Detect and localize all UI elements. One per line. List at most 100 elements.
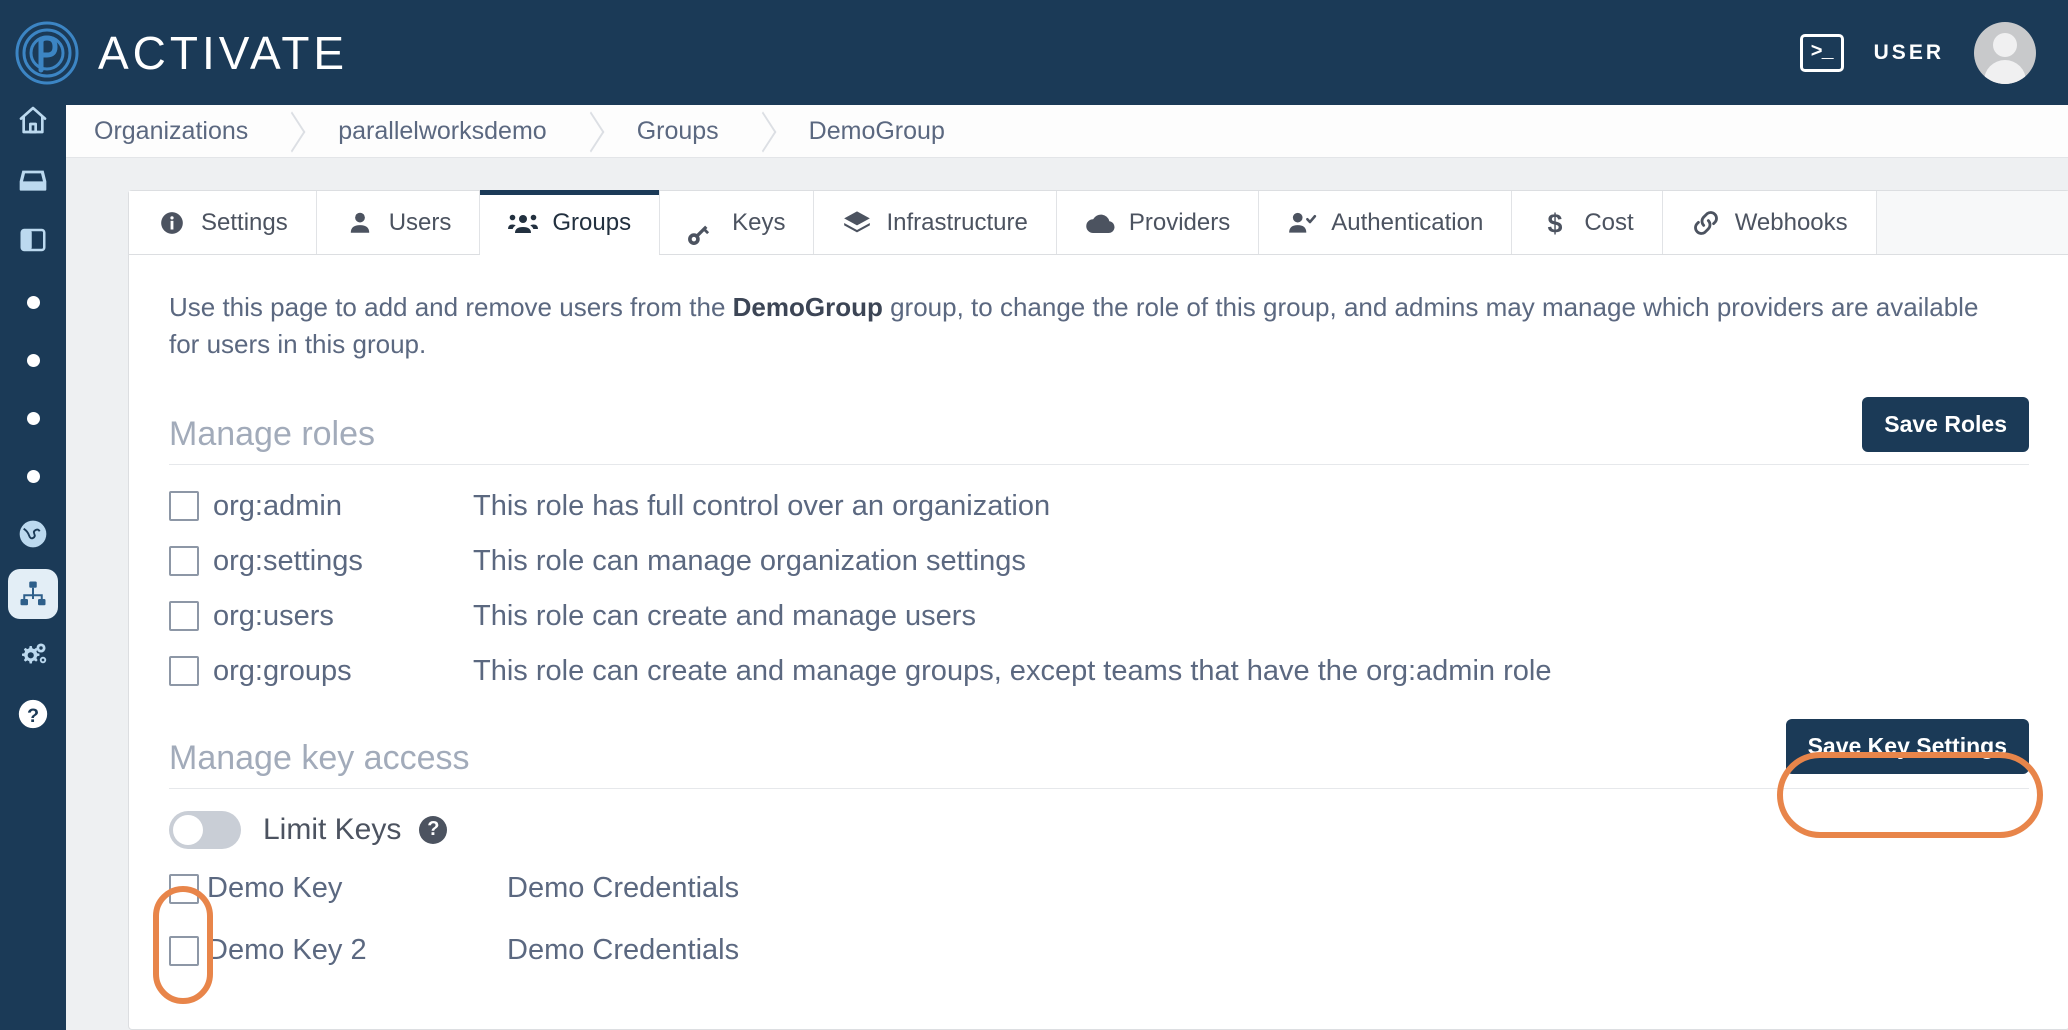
breadcrumb-item-parallelworksdemo[interactable]: parallelworksdemo — [312, 105, 577, 157]
avatar[interactable] — [1974, 21, 2036, 84]
breadcrumb-item-demogroup[interactable]: DemoGroup — [782, 105, 975, 157]
role-description: This role can manage organization settin… — [473, 544, 1026, 577]
limit-keys-toggle[interactable] — [169, 810, 241, 849]
intro-group-name: DemoGroup — [732, 292, 883, 322]
role-checkbox-org-groups[interactable] — [169, 656, 199, 687]
tab-keys[interactable]: Keys — [660, 191, 815, 254]
left-nav-rail: ? — [0, 105, 66, 1030]
save-key-settings-button[interactable]: Save Key Settings — [1785, 718, 2029, 774]
role-name: org:settings — [213, 544, 363, 577]
sidebar-item-dot-3[interactable] — [8, 393, 58, 443]
save-roles-button[interactable]: Save Roles — [1862, 396, 2029, 452]
svg-text:?: ? — [27, 705, 39, 727]
manage-key-access-header: Manage key access Save Key Settings — [169, 718, 2029, 789]
sidebar-item-panel[interactable] — [8, 215, 58, 265]
limit-keys-row: Limit Keys ? — [169, 799, 2029, 861]
role-row[interactable]: org:users This role can create and manag… — [169, 589, 2029, 644]
tab-label: Users — [388, 208, 452, 236]
breadcrumb-item-groups[interactable]: Groups — [610, 105, 749, 157]
role-name: org:admin — [213, 489, 342, 522]
tab-infrastructure[interactable]: Infrastructure — [814, 191, 1057, 254]
roles-list: org:admin This role has full control ove… — [169, 479, 2029, 699]
gears-icon — [17, 638, 49, 670]
question-circle-icon: ? — [16, 697, 50, 731]
key-row[interactable]: Demo Key Demo Credentials — [169, 867, 2029, 911]
role-checkbox-org-admin[interactable] — [169, 491, 199, 522]
main-content-area: Settings Users Groups Keys Infrastructur… — [66, 158, 2068, 1030]
globe-icon — [17, 518, 49, 550]
tab-label: Keys — [732, 208, 786, 236]
role-row[interactable]: org:settings This role can manage organi… — [169, 534, 2029, 589]
limit-keys-label: Limit Keys — [263, 812, 402, 846]
dollar-icon: $ — [1540, 208, 1570, 238]
svg-text:$: $ — [1548, 209, 1563, 237]
groups-panel-body: Use this page to add and remove users fr… — [129, 255, 2068, 973]
breadcrumb-separator-icon — [749, 105, 783, 157]
user-label[interactable]: USER — [1874, 41, 1944, 65]
tab-webhooks[interactable]: Webhooks — [1662, 191, 1877, 254]
sidebar-item-settings[interactable] — [8, 629, 58, 679]
sidebar-item-help[interactable]: ? — [8, 689, 58, 739]
tab-label: Providers — [1128, 208, 1231, 236]
sidebar-item-globe[interactable] — [8, 509, 58, 559]
breadcrumb-item-organizations[interactable]: Organizations — [66, 105, 279, 157]
role-row[interactable]: org:groups This role can create and mana… — [169, 644, 2029, 699]
manage-roles-header: Manage roles Save Roles — [169, 396, 2029, 465]
key-icon — [688, 208, 718, 245]
key-name: Demo Key — [207, 872, 343, 905]
sidebar-item-inbox[interactable] — [8, 155, 58, 205]
tab-label: Cost — [1584, 208, 1634, 236]
key-checkbox-demo-key-2[interactable] — [169, 935, 199, 966]
link-icon — [1691, 208, 1721, 238]
role-name: org:users — [213, 599, 334, 632]
sidebar-item-dot-4[interactable] — [8, 451, 58, 501]
sidebar-item-org-chart[interactable] — [8, 569, 58, 619]
tab-label: Authentication — [1331, 208, 1484, 236]
dot-icon — [26, 469, 40, 483]
tab-users[interactable]: Users — [316, 191, 481, 254]
user-check-icon — [1287, 208, 1317, 238]
breadcrumb-separator-icon — [577, 105, 611, 157]
role-name: org:groups — [213, 654, 352, 687]
key-name: Demo Key 2 — [207, 934, 367, 967]
activate-logo-icon — [14, 20, 80, 86]
keys-list: Demo Key Demo Credentials Demo Key 2 Dem… — [169, 867, 2029, 973]
tab-authentication[interactable]: Authentication — [1259, 191, 1513, 254]
tab-groups[interactable]: Groups — [480, 190, 661, 255]
role-row[interactable]: org:admin This role has full control ove… — [169, 479, 2029, 534]
role-description: This role can create and manage users — [473, 599, 976, 632]
toggle-knob — [173, 814, 203, 845]
tab-bar: Settings Users Groups Keys Infrastructur… — [129, 190, 2068, 255]
tab-label: Infrastructure — [886, 208, 1028, 236]
manage-roles-title: Manage roles — [169, 414, 376, 453]
top-header-bar: ACTIVATE >_ USER — [0, 0, 2068, 105]
tab-providers[interactable]: Providers — [1056, 191, 1260, 254]
sidebar-item-dot-2[interactable] — [8, 335, 58, 385]
tab-settings[interactable]: Settings — [129, 191, 317, 254]
manage-key-access-title: Manage key access — [169, 738, 470, 777]
avatar-head — [1993, 32, 2017, 57]
tab-label: Settings — [201, 208, 288, 236]
users-group-icon — [508, 208, 539, 238]
dot-icon — [26, 295, 40, 309]
sidebar-item-home[interactable] — [8, 95, 58, 145]
help-circle-icon[interactable]: ? — [419, 815, 448, 844]
intro-text-part1: Use this page to add and remove users fr… — [169, 292, 733, 322]
role-checkbox-org-users[interactable] — [169, 601, 199, 632]
brand-logo-area[interactable]: ACTIVATE — [14, 20, 348, 86]
key-credential: Demo Credentials — [507, 872, 740, 905]
role-checkbox-org-settings[interactable] — [169, 546, 199, 577]
key-row[interactable]: Demo Key 2 Demo Credentials — [169, 929, 2029, 973]
key-credential: Demo Credentials — [507, 934, 740, 967]
user-icon — [345, 208, 375, 238]
panel-icon — [18, 225, 48, 255]
tab-cost[interactable]: $ Cost — [1512, 191, 1663, 254]
sidebar-item-dot-1[interactable] — [8, 277, 58, 327]
tab-label: Webhooks — [1734, 208, 1848, 236]
terminal-icon[interactable]: >_ — [1799, 33, 1844, 72]
org-chart-icon — [18, 579, 48, 609]
page-description: Use this page to add and remove users fr… — [169, 289, 1989, 363]
layers-icon — [842, 208, 872, 238]
key-checkbox-demo-key[interactable] — [169, 873, 199, 904]
role-description: This role has full control over an organ… — [473, 489, 1051, 522]
